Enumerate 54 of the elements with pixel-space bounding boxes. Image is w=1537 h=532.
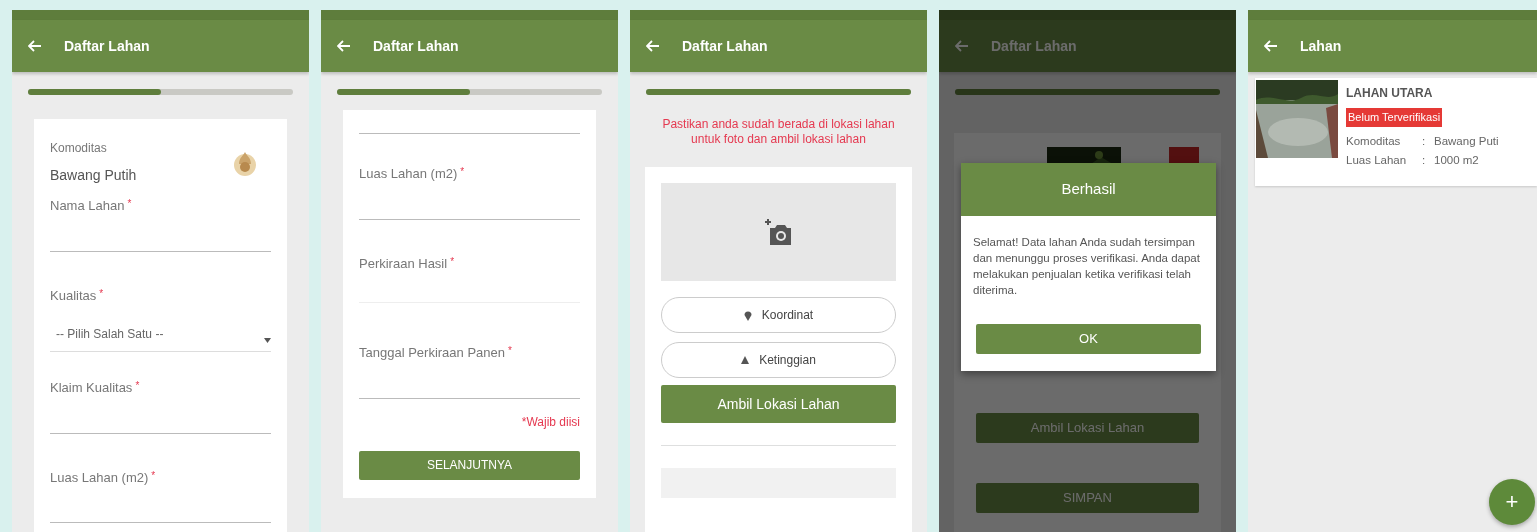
required-note: *Wajib diisi bbox=[520, 413, 580, 431]
status-label: Belum Terverifikasi bbox=[1346, 108, 1443, 127]
screen-title: Daftar Lahan bbox=[64, 36, 150, 56]
dropdown-field[interactable]: -- Pilih Salah Satu -- bbox=[50, 325, 271, 352]
screen-title: Daftar Lahan bbox=[991, 36, 1077, 56]
back-arrow-icon[interactable] bbox=[337, 40, 351, 52]
get-location-button[interactable]: Ambil Lokasi Lahan bbox=[976, 413, 1199, 443]
detail-separator: : bbox=[1422, 153, 1427, 169]
save-button[interactable]: SIMPAN bbox=[976, 483, 1199, 513]
get-location-button[interactable]: Ambil Lokasi Lahan bbox=[661, 385, 896, 423]
screen-title: Daftar Lahan bbox=[682, 36, 768, 56]
ok-button[interactable]: OK bbox=[976, 323, 1201, 354]
detail-value: 1000 m2 bbox=[1434, 153, 1479, 169]
required-mark: * bbox=[127, 198, 132, 209]
required-mark: * bbox=[135, 380, 140, 391]
back-arrow-icon[interactable] bbox=[28, 40, 42, 52]
detail-label: Luas Lahan bbox=[1346, 153, 1408, 169]
field-label: Komoditas bbox=[50, 140, 108, 157]
detail-separator: : bbox=[1422, 134, 1427, 149]
commodity-value: Bawang Putih bbox=[50, 166, 137, 185]
add-camera-icon bbox=[763, 217, 794, 247]
required-mark: * bbox=[151, 469, 156, 481]
back-arrow-icon[interactable] bbox=[646, 40, 660, 52]
list-item-card[interactable]: LAHAN UTARA Belum Terverifikasi Komoditas : Bawang Puti Luas Lahan : 1000 m2 bbox=[1255, 78, 1537, 186]
screen-title: Lahan bbox=[1300, 36, 1342, 56]
warning-message: Pastikan anda sudah berada di lokasi lahan untuk foto dan ambil lokasi lahan bbox=[661, 117, 896, 147]
land-name: LAHAN UTARA bbox=[1346, 85, 1434, 102]
field-label: Nama Lahan * bbox=[50, 197, 133, 215]
detail-value: Bawang Puti bbox=[1434, 134, 1499, 149]
back-arrow-icon[interactable] bbox=[955, 40, 969, 52]
field-label: Kualitas * bbox=[50, 286, 105, 305]
dialog-message: Selamat! Data lahan Anda sudah tersimpan dan menunggu proses verifikasi. Anda dapat melakukan penjualan ketika verifikasi telah diterima. bbox=[972, 234, 1201, 298]
pin-icon bbox=[743, 309, 752, 321]
coordinate-button[interactable]: Koordinat bbox=[661, 297, 896, 333]
triangle-icon bbox=[741, 356, 750, 364]
back-arrow-icon[interactable] bbox=[1264, 40, 1278, 52]
dialog-title: Berhasil bbox=[961, 163, 1216, 216]
field-label: Luas Lahan (m2) * bbox=[50, 468, 157, 487]
required-mark: * bbox=[99, 287, 104, 299]
screen-title: Daftar Lahan bbox=[373, 36, 459, 56]
add-button[interactable]: + bbox=[1489, 479, 1535, 525]
dropdown-placeholder: -- Pilih Salah Satu -- bbox=[55, 326, 164, 343]
dropdown-arrow-icon bbox=[264, 338, 271, 343]
field-label: Luas Lahan (m2) * bbox=[359, 165, 466, 183]
altitude-button[interactable]: Ketinggian bbox=[661, 342, 896, 378]
required-mark: * bbox=[508, 345, 512, 356]
detail-label: Komoditas bbox=[1346, 134, 1402, 149]
photo-placeholder[interactable] bbox=[661, 183, 896, 281]
field-label: Perkiraan Hasil * bbox=[359, 254, 456, 273]
required-mark: * bbox=[460, 166, 465, 177]
next-button[interactable]: SELANJUTNYA bbox=[359, 450, 580, 480]
field-label: Tanggal Perkiraan Panen * bbox=[359, 344, 513, 362]
field-label: Klaim Kualitas * bbox=[50, 379, 141, 397]
required-mark: * bbox=[450, 255, 455, 267]
